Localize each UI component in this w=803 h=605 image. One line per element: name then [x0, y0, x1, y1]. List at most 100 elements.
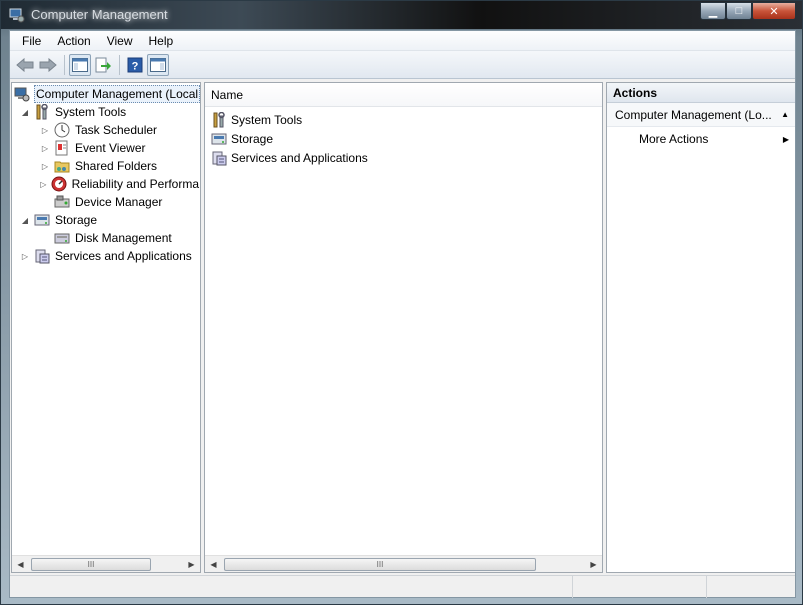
list-item[interactable]: System Tools: [205, 110, 602, 129]
tree-item-label: Device Manager: [75, 195, 163, 209]
close-button[interactable]: ✕: [752, 2, 796, 20]
expand-icon[interactable]: ▷: [40, 125, 50, 135]
storage-icon: [34, 214, 50, 226]
help-icon: ?: [127, 57, 143, 72]
tree-item-disk-management[interactable]: Disk Management: [12, 229, 200, 247]
minimize-icon: ▁: [708, 5, 718, 18]
expand-icon[interactable]: ▷: [40, 179, 47, 189]
menu-bar: File Action View Help: [10, 31, 795, 51]
list-item[interactable]: Storage: [205, 129, 602, 148]
window-title: Computer Management: [31, 7, 168, 22]
status-cell: [707, 576, 795, 598]
tree-item-device-manager[interactable]: Device Manager: [12, 193, 200, 211]
scroll-right-icon[interactable]: ▶: [183, 556, 200, 573]
toolbar-separator: [64, 54, 65, 75]
maximize-icon: □: [735, 5, 743, 17]
tree-item-reliability-performance[interactable]: ▷ Reliability and Performa: [12, 175, 200, 193]
back-button[interactable]: [14, 54, 36, 76]
storage-icon: [211, 133, 227, 144]
computer-management-icon: [9, 8, 25, 23]
show-hide-action-pane-icon: [150, 57, 166, 72]
actions-header: Actions: [607, 83, 795, 103]
tree-item-shared-folders[interactable]: ▷ Shared Folders: [12, 157, 200, 175]
panes: Computer Management (Local ◢ System Tool…: [10, 82, 795, 574]
shared-folder-icon: [54, 161, 70, 173]
tree-item-task-scheduler[interactable]: ▷ Task Scheduler: [12, 121, 200, 139]
tree-item-label: Task Scheduler: [75, 123, 158, 137]
maximize-button[interactable]: □: [726, 2, 752, 20]
tree-item-root[interactable]: Computer Management (Local: [12, 85, 200, 103]
scroll-thumb[interactable]: III: [31, 557, 151, 571]
close-icon: ✕: [769, 5, 779, 18]
client-area: File Action View Help ? Computer Managem…: [9, 30, 796, 598]
status-bar: [10, 575, 795, 598]
svg-text:?: ?: [132, 60, 139, 72]
tree-item-label: Event Viewer: [75, 141, 146, 155]
show-hide-console-tree-icon: [72, 57, 88, 72]
scroll-left-icon[interactable]: ◀: [205, 556, 222, 573]
actions-pane: Actions Computer Management (Lo... ▲ Mor…: [606, 82, 795, 573]
scroll-left-icon[interactable]: ◀: [12, 556, 29, 573]
list-header: Name: [205, 83, 602, 107]
results-pane: Name System Tools Storage Services and A…: [204, 82, 603, 573]
results-list: System Tools Storage Services and Applic…: [205, 110, 602, 167]
collapse-icon[interactable]: ◢: [20, 215, 30, 225]
disk-management-icon: [54, 233, 70, 244]
scroll-grip: III: [87, 559, 95, 569]
list-item-label: System Tools: [231, 112, 303, 127]
performance-icon: [51, 176, 67, 192]
services-applications-icon: [212, 151, 227, 165]
tree-item-label: Services and Applications: [55, 249, 192, 263]
scroll-thumb[interactable]: III: [224, 557, 536, 571]
services-applications-icon: [35, 249, 50, 264]
tree-item-system-tools[interactable]: ◢ System Tools: [12, 103, 200, 121]
console-tree: Computer Management (Local ◢ System Tool…: [12, 83, 200, 265]
scroll-right-icon[interactable]: ▶: [585, 556, 602, 573]
menu-help[interactable]: Help: [141, 31, 182, 51]
tree-item-label: Disk Management: [75, 231, 172, 245]
tree-item-event-viewer[interactable]: ▷ Event Viewer: [12, 139, 200, 157]
expand-icon[interactable]: ▷: [40, 161, 50, 171]
status-cell: [573, 576, 707, 598]
submenu-arrow-icon: ▶: [782, 134, 789, 144]
list-item[interactable]: Services and Applications: [205, 148, 602, 167]
action-more-actions[interactable]: More Actions ▶: [607, 127, 795, 151]
expand-icon[interactable]: ▷: [20, 251, 30, 261]
menu-action[interactable]: Action: [49, 31, 98, 51]
scroll-track[interactable]: III: [222, 557, 585, 572]
clock-icon: [54, 122, 70, 138]
show-hide-action-pane-button[interactable]: [147, 53, 169, 76]
tree-item-label: System Tools: [55, 105, 127, 119]
tree-item-label: Computer Management (Local: [34, 85, 200, 103]
status-cell: [10, 576, 573, 598]
collapse-icon[interactable]: ◢: [20, 107, 30, 117]
tree-item-storage[interactable]: ◢ Storage: [12, 211, 200, 229]
tree-item-services-applications[interactable]: ▷ Services and Applications: [12, 247, 200, 265]
expand-icon[interactable]: ▷: [40, 143, 50, 153]
horizontal-scrollbar[interactable]: ◀ III ▶: [12, 555, 200, 572]
menu-view[interactable]: View: [99, 31, 141, 51]
scroll-track[interactable]: III: [29, 557, 183, 572]
toolbar-separator: [119, 54, 120, 75]
horizontal-scrollbar[interactable]: ◀ III ▶: [205, 555, 602, 572]
event-viewer-icon: [55, 140, 68, 156]
app-window: Computer Management ▁ □ ✕ File Action Vi…: [0, 0, 803, 605]
tree-item-label: Reliability and Performa: [71, 177, 199, 191]
forward-arrow-icon: [39, 57, 57, 72]
system-tools-icon: [36, 104, 48, 120]
action-label: More Actions: [639, 132, 709, 146]
forward-button[interactable]: [37, 54, 59, 76]
export-list-button[interactable]: [92, 54, 114, 76]
minimize-button[interactable]: ▁: [700, 2, 726, 20]
system-tools-icon: [213, 111, 225, 127]
list-item-label: Storage: [231, 131, 274, 146]
help-button[interactable]: ?: [124, 54, 146, 76]
actions-section-computer-management[interactable]: Computer Management (Lo... ▲: [607, 103, 795, 127]
menu-file[interactable]: File: [14, 31, 49, 51]
column-header-name[interactable]: Name: [211, 88, 243, 102]
title-bar[interactable]: Computer Management ▁ □ ✕: [1, 1, 802, 29]
collapse-up-icon[interactable]: ▲: [781, 110, 789, 119]
tree-item-label: Storage: [55, 213, 98, 227]
back-arrow-icon: [16, 57, 34, 72]
show-hide-console-tree-button[interactable]: [69, 53, 91, 76]
